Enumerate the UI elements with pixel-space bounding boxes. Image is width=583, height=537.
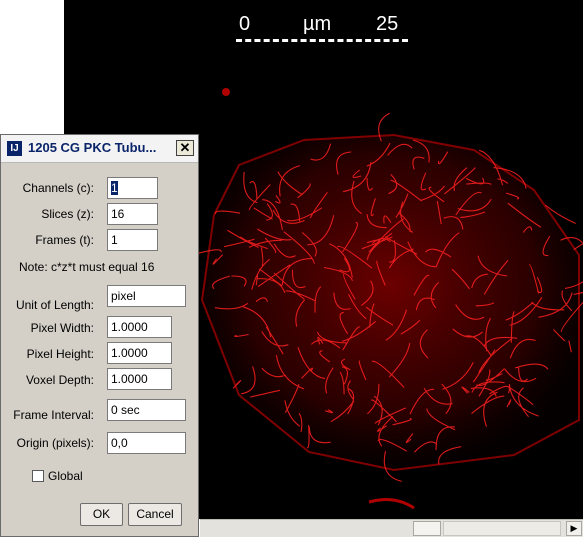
pixel-height-label: Pixel Height: — [26, 347, 94, 361]
scalebar-end-label: 25 — [376, 13, 399, 35]
horizontal-scrollbar[interactable]: ▶ — [200, 519, 583, 537]
unit-of-length-label: Unit of Length: — [15, 298, 94, 312]
scalebar-unit-label: µm — [303, 13, 332, 35]
slices-label: Slices (z): — [41, 207, 94, 221]
scalebar-start-label: 0 — [239, 13, 251, 35]
scrollbar-track[interactable] — [443, 521, 561, 536]
cancel-button[interactable]: Cancel — [128, 503, 182, 526]
channels-label: Channels (c): — [22, 181, 94, 195]
imagej-icon: IJ — [7, 141, 22, 156]
frame-interval-label: Frame Interval: — [13, 408, 94, 422]
global-checkbox[interactable] — [32, 470, 44, 482]
pixel-width-field[interactable]: 1.0000 — [107, 316, 172, 338]
frames-label: Frames (t): — [35, 233, 94, 247]
global-label[interactable]: Global — [48, 469, 83, 483]
properties-dialog: IJ 1205 CG PKC Tubu... ✕ Channels (c): 1… — [0, 134, 199, 537]
scalebar-line — [236, 39, 408, 42]
scrollbar-thumb[interactable] — [413, 521, 441, 536]
channels-value: 1 — [111, 181, 118, 195]
close-icon[interactable]: ✕ — [176, 140, 194, 156]
frames-field[interactable]: 1 — [107, 229, 158, 251]
voxel-depth-label: Voxel Depth: — [25, 373, 94, 387]
scroll-right-arrow-icon[interactable]: ▶ — [566, 521, 582, 536]
frame-interval-field[interactable]: 0 sec — [107, 399, 186, 421]
pixel-width-label: Pixel Width: — [30, 321, 94, 335]
dialog-title: 1205 CG PKC Tubu... — [28, 140, 157, 155]
channels-field[interactable]: 1 — [107, 177, 158, 199]
unit-of-length-field[interactable]: pixel — [107, 285, 186, 307]
ok-button[interactable]: OK — [80, 503, 123, 526]
voxel-depth-field[interactable]: 1.0000 — [107, 368, 172, 390]
constraint-note: Note: c*z*t must equal 16 — [19, 260, 155, 274]
pixel-height-field[interactable]: 1.0000 — [107, 342, 172, 364]
slices-field[interactable]: 16 — [107, 203, 158, 225]
origin-label: Origin (pixels): — [16, 436, 94, 450]
origin-field[interactable]: 0,0 — [107, 432, 186, 454]
dialog-titlebar[interactable]: IJ 1205 CG PKC Tubu... ✕ — [1, 135, 198, 163]
